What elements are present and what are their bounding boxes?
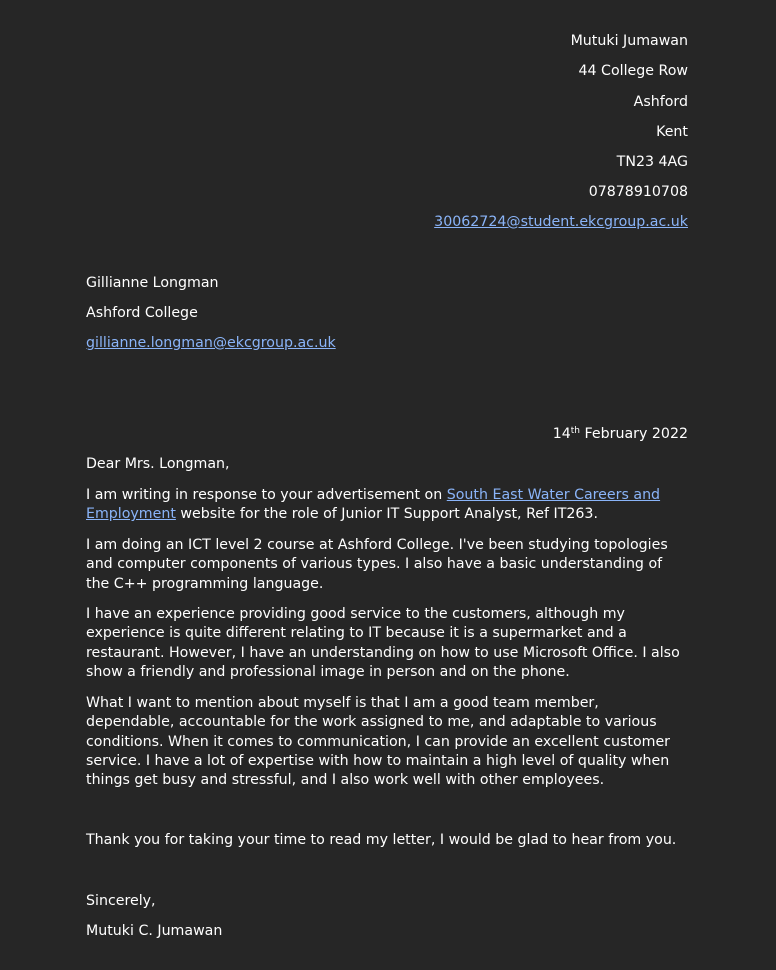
date-day: 14	[552, 426, 571, 442]
sender-email-line: 30062724@student.ekcgroup.ac.uk	[434, 213, 688, 232]
recipient-organisation: Ashford College	[86, 305, 198, 321]
sender-town: Ashford	[633, 94, 688, 110]
letter-page: Mutuki Jumawan 44 College Row Ashford Ke…	[86, 0, 688, 970]
salutation: Dear Mrs. Longman,	[86, 456, 230, 472]
sender-phone: 07878910708	[588, 184, 688, 200]
sender-county: Kent	[656, 124, 688, 140]
date-suffix: th	[570, 426, 580, 436]
recipient-email-link[interactable]: gillianne.longman@ekcgroup.ac.uk	[86, 335, 336, 351]
sender-name: Mutuki Jumawan	[570, 33, 688, 49]
sender-street: 44 College Row	[578, 63, 688, 79]
paragraph-1: I am writing in response to your adverti…	[86, 486, 688, 525]
sender-email-link[interactable]: 30062724@student.ekcgroup.ac.uk	[434, 214, 688, 230]
closing-line: Thank you for taking your time to read m…	[86, 832, 677, 848]
paragraph-2: I am doing an ICT level 2 course at Ashf…	[86, 537, 668, 592]
letter-date: 14th February 2022	[553, 425, 688, 444]
date-month-year: February 2022	[580, 426, 689, 442]
signoff: Sincerely,	[86, 893, 156, 909]
paragraph-1-start: I am writing in response to your adverti…	[86, 487, 447, 503]
paragraph-1-end: website for the role of Junior IT Suppor…	[175, 506, 598, 523]
signature-name: Mutuki C. Jumawan	[86, 923, 223, 939]
paragraph-3: I have an experience providing good serv…	[86, 606, 680, 680]
paragraph-4: What I want to mention about myself is t…	[86, 695, 671, 789]
recipient-name: Gillianne Longman	[86, 275, 219, 291]
recipient-email-line: gillianne.longman@ekcgroup.ac.uk	[86, 334, 336, 353]
sender-postcode: TN23 4AG	[616, 154, 688, 170]
